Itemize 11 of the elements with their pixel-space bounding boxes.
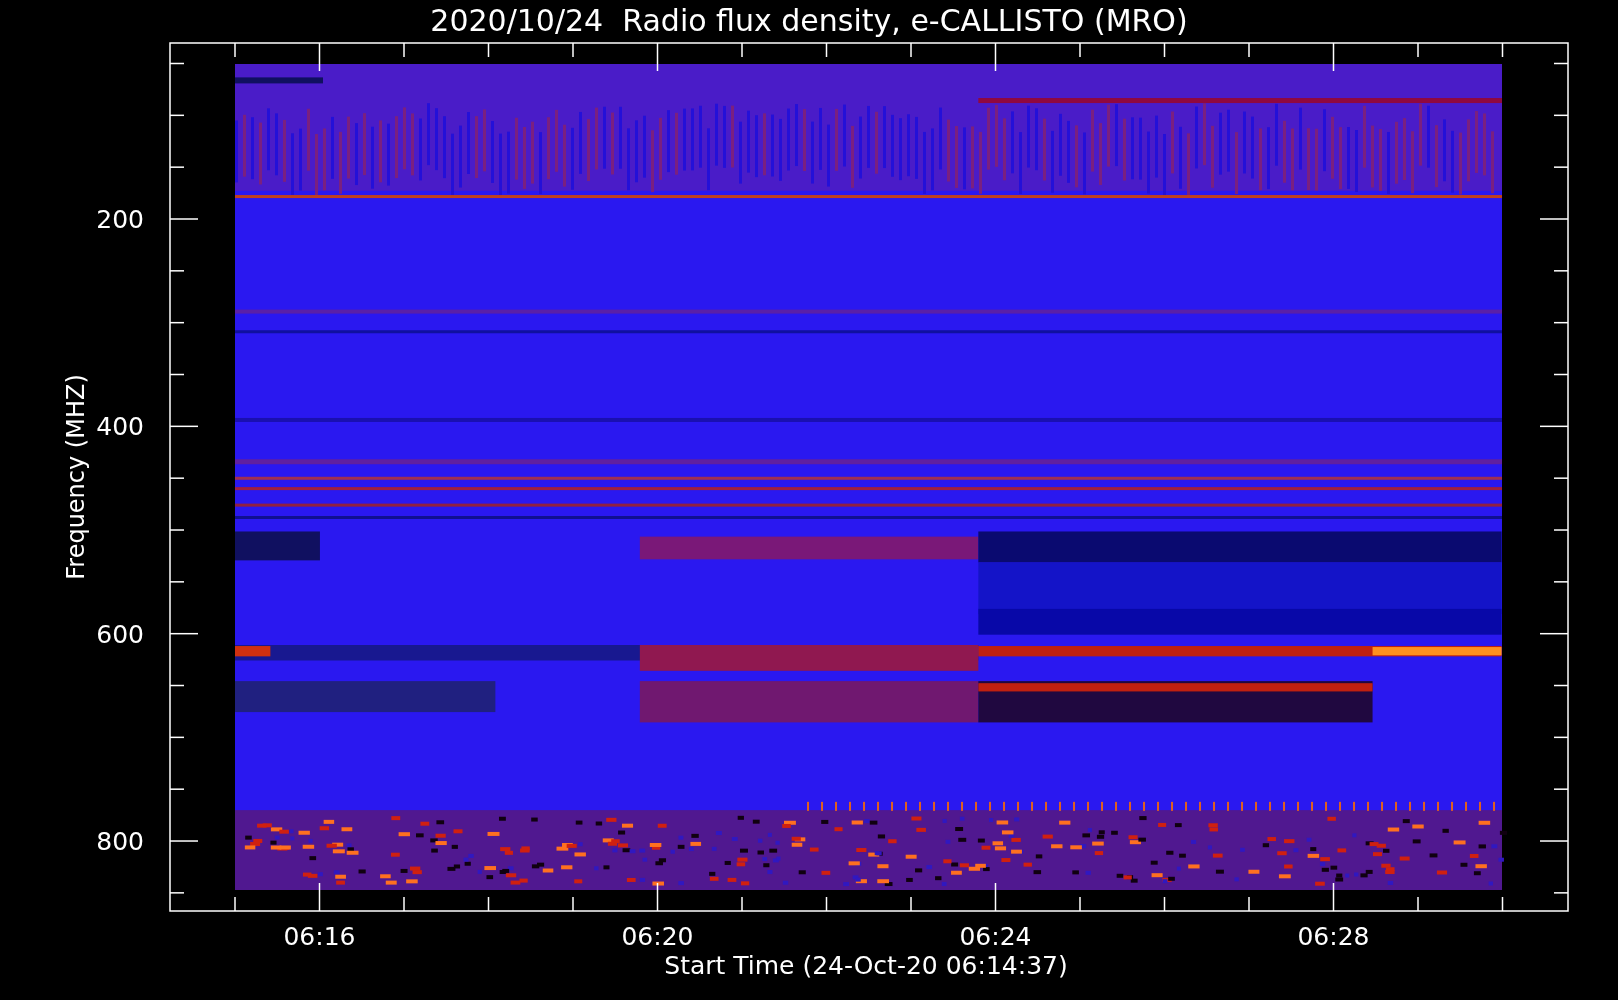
x-tick-label: 06:16	[283, 922, 356, 951]
y-axis-label: Frequency (MHZ)	[62, 374, 90, 580]
y-tick-label: 200	[96, 205, 144, 234]
x-tick-label: 06:20	[621, 922, 694, 951]
y-tick-label: 400	[96, 412, 144, 442]
x-tick-label: 06:28	[1297, 922, 1370, 951]
y-tick-label: 600	[96, 619, 144, 649]
y-tick-label: 800	[96, 827, 144, 856]
chart-title: 2020/10/24 Radio flux density, e-CALLISTO (MRO)	[430, 3, 1188, 38]
x-axis-label: Start Time (24-Oct-20 06:14:37)	[664, 951, 1068, 980]
x-tick-label: 06:24	[959, 922, 1032, 951]
